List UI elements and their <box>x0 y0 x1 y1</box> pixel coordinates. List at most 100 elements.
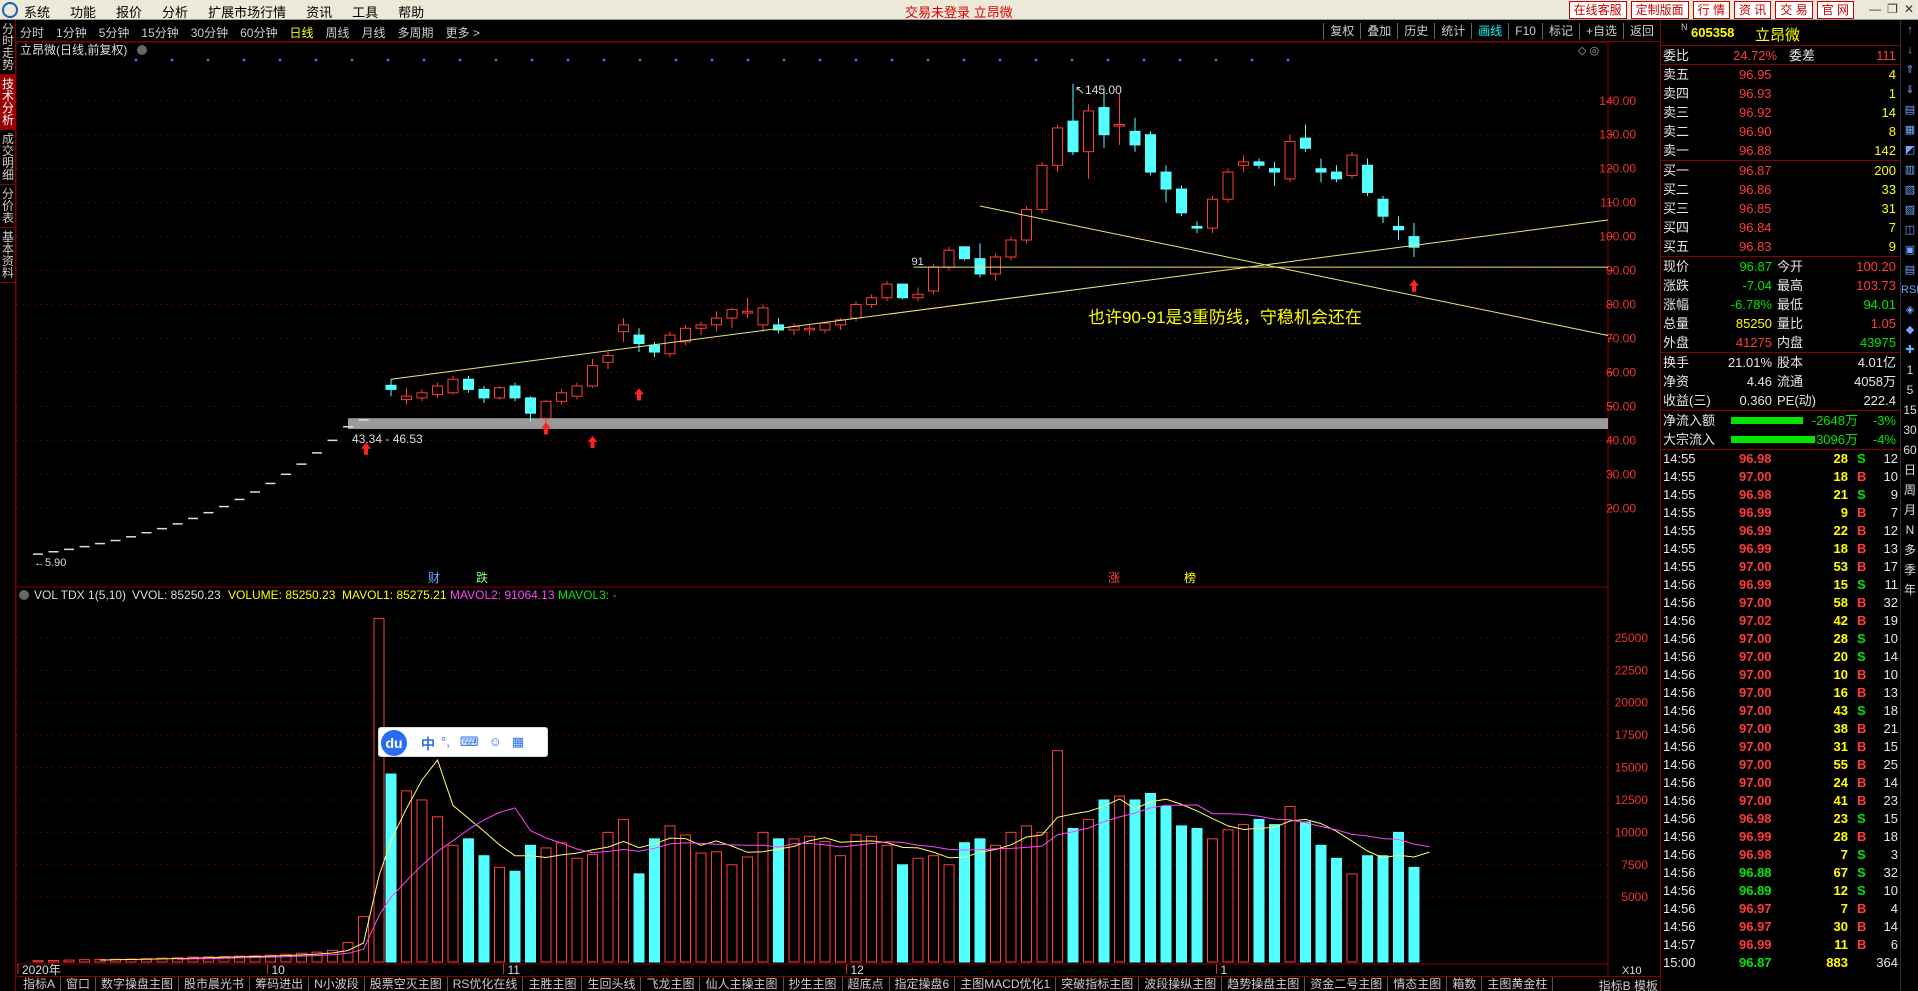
tool-button[interactable]: F10 <box>1508 23 1542 39</box>
kline-chart[interactable]: 立昂微(日线,前复权) 20.00 30.00 40.00 50.00 60.00 70.0… <box>16 42 1660 976</box>
strip-button-icon[interactable]: ↓ <box>1901 40 1918 60</box>
indicator-tab[interactable]: 指标A <box>18 977 62 991</box>
volume-dropdown-icon[interactable] <box>19 590 29 600</box>
close-icon[interactable]: ✕ <box>1904 2 1914 16</box>
chart-annotation[interactable]: 也许90-91是3重防线，守稳机会还在 <box>1088 308 1362 327</box>
trend-line[interactable] <box>390 219 1609 380</box>
event-mark[interactable]: 跌 <box>476 570 488 585</box>
left-tab[interactable]: 分时走势 <box>0 20 16 75</box>
tool-button[interactable]: 返回 <box>1622 23 1660 39</box>
top-button[interactable]: 在线客服 <box>1568 1 1627 19</box>
indicator-tab[interactable]: 窗口 <box>61 977 97 991</box>
ime-user-icon[interactable]: ☺ <box>489 734 502 750</box>
left-tab[interactable]: 分价表 <box>0 185 16 228</box>
indicator-b-tab[interactable]: 指标B 模板 <box>1599 977 1658 991</box>
indicator-tab[interactable]: 抄生主图 <box>784 977 843 991</box>
strip-button-icon[interactable]: 1 <box>1901 360 1918 380</box>
tool-button[interactable]: 画线 <box>1471 23 1508 39</box>
period-tab[interactable]: 5分钟 <box>99 24 130 41</box>
restore-icon[interactable]: ❐ <box>1887 2 1898 16</box>
indicator-tab[interactable]: 飞龙主图 <box>641 977 701 991</box>
strip-button-icon[interactable]: 多 <box>1901 540 1918 560</box>
tool-button[interactable]: 统计 <box>1434 23 1471 39</box>
indicator-tab[interactable]: 主胜主图 <box>523 977 583 991</box>
menu-item[interactable]: 功能 <box>70 2 96 21</box>
strip-button-icon[interactable]: ◈ <box>1901 300 1918 320</box>
strip-button-icon[interactable]: 15 <box>1901 400 1918 420</box>
strip-button-icon[interactable]: ✚ <box>1901 340 1918 360</box>
strip-button-icon[interactable]: ▥ <box>1901 160 1918 180</box>
period-tab[interactable]: 更多 > <box>446 24 480 41</box>
strip-button-icon[interactable]: 日 <box>1901 460 1918 480</box>
strip-button-icon[interactable]: ▧ <box>1901 180 1918 200</box>
strip-button-icon[interactable]: ◫ <box>1901 220 1918 240</box>
indicator-tab[interactable]: 仙人主操主图 <box>700 977 784 991</box>
bids-row[interactable]: 买四 96.84 7 <box>1661 218 1900 237</box>
indicator-tab[interactable]: 主图黄金柱 <box>1482 977 1554 991</box>
top-button[interactable]: 官 网 <box>1816 1 1854 19</box>
asks-row[interactable]: 卖四 96.93 1 <box>1661 84 1900 103</box>
strip-button-icon[interactable]: N <box>1901 520 1918 540</box>
menu-item[interactable]: 资讯 <box>306 2 332 21</box>
strip-button-icon[interactable]: ⇑ <box>1901 60 1918 80</box>
indicator-tab[interactable]: 筹码进出 <box>250 977 310 991</box>
period-tab[interactable]: 60分钟 <box>240 24 277 41</box>
ime-punct-icon[interactable]: °, <box>441 734 450 750</box>
left-tab[interactable]: 成交明细 <box>0 130 16 185</box>
menu-item[interactable]: 报价 <box>116 2 142 21</box>
tool-button[interactable]: 复权 <box>1323 23 1360 39</box>
strip-button-icon[interactable]: ▨ <box>1901 200 1918 220</box>
event-mark[interactable]: 财 <box>428 571 440 585</box>
strip-button-icon[interactable]: 年 <box>1901 580 1918 600</box>
period-tab[interactable]: 1分钟 <box>56 24 87 41</box>
menu-item[interactable]: 帮助 <box>398 2 424 21</box>
event-mark[interactable]: 榜 <box>1184 570 1196 585</box>
indicator-tab[interactable]: RS优化在线 <box>448 977 524 991</box>
indicator-tab[interactable]: 股市晨光书 <box>179 977 251 991</box>
tick-list[interactable]: 14:55 96.98 28 S 12 14:55 97.00 18 B 10 14:55 96.98… <box>1661 450 1900 972</box>
asks-row[interactable]: 卖二 96.90 8 <box>1661 122 1900 141</box>
period-tab[interactable]: 月线 <box>362 24 386 41</box>
tool-button[interactable]: +自选 <box>1578 23 1623 39</box>
indicator-tab[interactable]: 主图MACD优化1 <box>955 977 1057 991</box>
period-tab[interactable]: 15分钟 <box>141 24 178 41</box>
menu-item[interactable]: 扩展市场行情 <box>208 2 286 21</box>
indicator-tab[interactable]: 生回头线 <box>582 977 642 991</box>
indicator-tab[interactable]: 股票空灭主图 <box>365 977 448 991</box>
bids-row[interactable]: 买三 96.85 31 <box>1661 199 1900 218</box>
menu-item[interactable]: 系统 <box>24 2 50 21</box>
strip-button-icon[interactable]: 周 <box>1901 480 1918 500</box>
indicator-tab[interactable]: 箱数 <box>1447 977 1483 991</box>
bids-row[interactable]: 买一 96.87 200 <box>1661 161 1900 180</box>
strip-button-icon[interactable]: RSI <box>1901 280 1918 300</box>
asks-row[interactable]: 卖五 96.95 4 <box>1661 65 1900 84</box>
bids-row[interactable]: 买二 96.86 33 <box>1661 180 1900 199</box>
chart-settings-icon[interactable]: ◇ ◎ <box>1578 45 1599 57</box>
indicator-tab[interactable]: 情态主图 <box>1388 977 1448 991</box>
strip-button-icon[interactable]: ◆ <box>1901 320 1918 340</box>
period-tab[interactable]: 周线 <box>325 24 349 41</box>
ime-grid-icon[interactable]: ▦ <box>512 734 524 750</box>
strip-button-icon[interactable]: 月 <box>1901 500 1918 520</box>
strip-button-icon[interactable]: ▦ <box>1901 120 1918 140</box>
strip-button-icon[interactable]: 季 <box>1901 560 1918 580</box>
left-tab[interactable]: 技术分析 <box>0 75 16 130</box>
top-button[interactable]: 定制版面 <box>1630 1 1689 19</box>
strip-button-icon[interactable]: ↑ <box>1901 20 1918 40</box>
tool-button[interactable]: 标记 <box>1541 23 1579 39</box>
tool-button[interactable]: 叠加 <box>1360 23 1397 39</box>
left-tab[interactable]: 基本资料 <box>0 228 16 283</box>
minimize-icon[interactable]: — <box>1869 2 1881 16</box>
indicator-tab[interactable]: 超底点 <box>843 977 890 991</box>
period-tab[interactable]: 多周期 <box>398 24 434 41</box>
indicator-tab[interactable]: N小波段 <box>309 977 365 991</box>
bids-row[interactable]: 买五 96.83 9 <box>1661 237 1900 256</box>
indicator-tab[interactable]: 突破指标主图 <box>1056 977 1140 991</box>
top-button[interactable]: 行 情 <box>1692 1 1730 19</box>
tool-button[interactable]: 历史 <box>1397 23 1434 39</box>
period-tab[interactable]: 日线 <box>289 24 313 41</box>
period-tab[interactable]: 30分钟 <box>191 24 228 41</box>
indicator-tab[interactable]: 趋势操盘主图 <box>1222 977 1306 991</box>
menu-item[interactable]: 分析 <box>162 2 188 21</box>
stock-name[interactable]: 立昂微 <box>1755 24 1800 45</box>
